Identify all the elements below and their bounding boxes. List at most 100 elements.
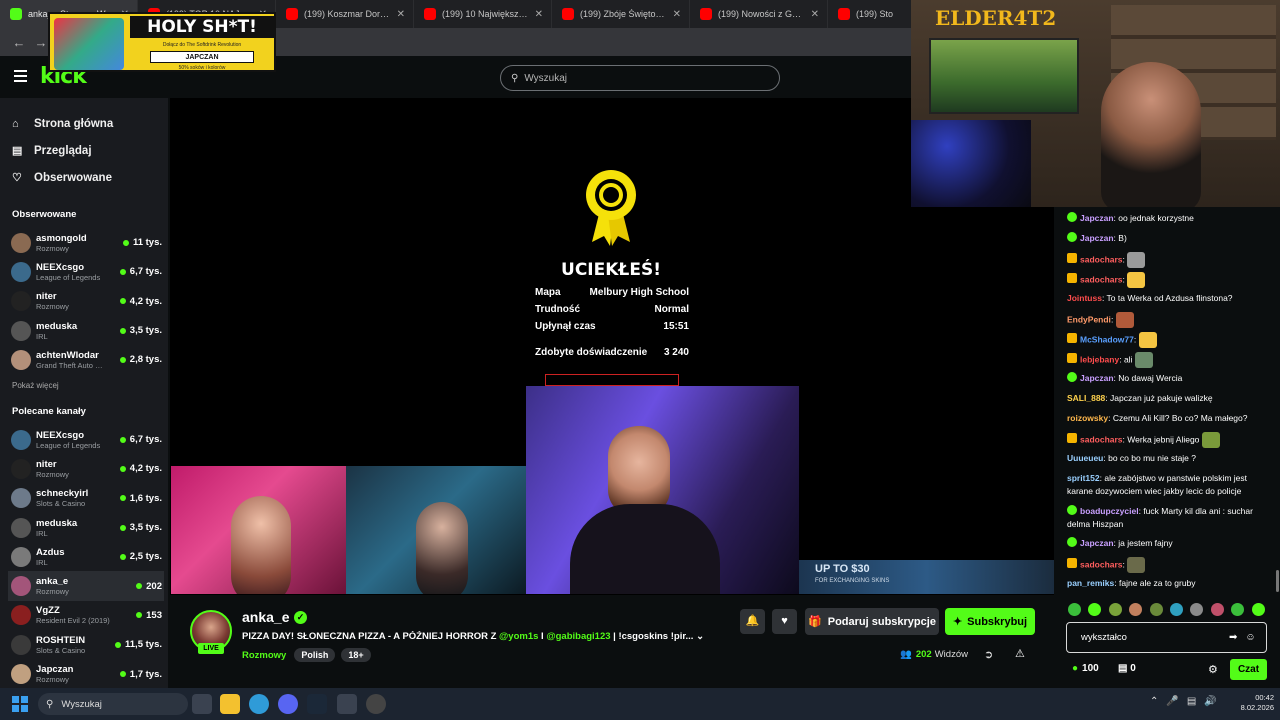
emote-icon[interactable]	[1068, 603, 1081, 616]
browser-tab[interactable]: (199) Zbóje Świętokrzysc…✕	[552, 0, 690, 28]
browser-tab[interactable]: (199) Nowości z Gothic R…✕	[690, 0, 828, 28]
channel-item[interactable]: anka_e Rozmowy 202	[8, 571, 164, 601]
back-icon[interactable]: ←	[8, 35, 30, 50]
tag-age[interactable]: 18+	[341, 648, 371, 662]
browser-tab[interactable]: (199) Koszmar Dorosłości…✕	[276, 0, 414, 28]
channel-item[interactable]: ROSHTEIN Slots & Casino 11,5 tys.	[8, 630, 164, 659]
emote-icon[interactable]	[1231, 603, 1245, 616]
close-icon[interactable]: ✕	[397, 9, 405, 20]
channel-points[interactable]: ● 100	[1072, 663, 1099, 674]
channel-category: Rozmowy	[36, 302, 69, 312]
close-icon[interactable]: ✕	[811, 9, 819, 20]
taskbar-clock[interactable]: 00:42 8.02.2026	[1228, 693, 1274, 713]
channel-item[interactable]: asmongold Rozmowy 11 tys.	[8, 228, 164, 257]
nav-home[interactable]: ⌂ Strona główna	[12, 110, 113, 137]
chevron-up-icon[interactable]: ⌃	[1150, 696, 1158, 707]
channel-item[interactable]: niter Rozmowy 4,2 tys.	[8, 454, 164, 483]
app-icon[interactable]	[366, 694, 386, 714]
send-chat-button[interactable]: Czat	[1230, 659, 1267, 680]
chevron-down-icon[interactable]: ⌄	[696, 631, 704, 642]
nav-following[interactable]: ♡ Obserwowane	[12, 164, 113, 191]
game-button-outline	[545, 374, 679, 386]
notification-bell-icon[interactable]: 🔔	[740, 609, 765, 634]
gift-subs-button[interactable]: 🎁 Podaruj subskrypcje	[805, 608, 939, 635]
translate-icon[interactable]: ➡	[1229, 632, 1237, 643]
chat-username[interactable]: SALI_888	[1067, 393, 1105, 403]
channel-name[interactable]: anka_e	[242, 609, 289, 625]
mic-icon[interactable]: 🎤	[1166, 696, 1178, 707]
chat-username[interactable]: sadochars	[1080, 434, 1123, 444]
volume-icon[interactable]: 🔊	[1204, 696, 1216, 707]
emote-icon[interactable]	[1149, 603, 1163, 616]
chat-message: pan_remiks: fajne ale za to gruby	[1067, 578, 1196, 588]
search-bar[interactable]: ⚲	[500, 65, 780, 91]
chat-username[interactable]: pan_remiks	[1067, 578, 1114, 588]
show-more-link[interactable]: Pokaż więcej	[12, 381, 59, 390]
browse-icon: ▤	[12, 145, 23, 157]
nav-browse[interactable]: ▤ Przeglądaj	[12, 137, 113, 164]
channel-item[interactable]: achtenWlodar Grand Theft Auto … 2,8 tys.	[8, 345, 164, 374]
steam-icon[interactable]	[307, 694, 327, 714]
category-link[interactable]: Rozmowy	[242, 650, 286, 661]
browser-tab[interactable]: (199) 10 Największych Dz…✕	[414, 0, 552, 28]
chat-input-box[interactable]: ➡ ☺	[1066, 622, 1267, 653]
chat-username[interactable]: lebjebany	[1080, 354, 1119, 364]
chat-scrollbar[interactable]	[1276, 570, 1279, 592]
sponsor-ad: HOLY SH*T! Dołącz do The Softdrink Revol…	[48, 12, 276, 72]
emote-icon[interactable]	[1108, 603, 1122, 616]
chat-username[interactable]: sprit152	[1067, 473, 1100, 483]
channel-item[interactable]: schneckyirl Slots & Casino 1,6 tys.	[8, 484, 164, 513]
tag-language[interactable]: Polish	[294, 648, 336, 662]
viewer-count: 11 tys.	[122, 237, 164, 248]
chat-username[interactable]: Uuueueu	[1067, 453, 1103, 463]
file-explorer-icon[interactable]	[220, 694, 240, 714]
close-icon[interactable]: ✕	[535, 9, 543, 20]
channel-item[interactable]: niter Rozmowy 4,2 tys.	[8, 287, 164, 316]
follow-heart-icon[interactable]: ♥	[772, 609, 797, 634]
chat-username[interactable]: Jointuss	[1067, 293, 1102, 303]
menu-icon[interactable]	[14, 70, 27, 82]
emote-icon[interactable]	[1251, 603, 1265, 616]
windows-start-icon[interactable]	[12, 696, 28, 712]
gear-icon[interactable]: ⚙	[1208, 663, 1218, 676]
channel-item[interactable]: meduska IRL 3,5 tys.	[8, 316, 164, 345]
chrome-icon[interactable]	[249, 694, 269, 714]
chat-username[interactable]: sadochars	[1080, 254, 1123, 264]
chat-username[interactable]: Japczan	[1080, 373, 1114, 383]
chat-username[interactable]: McShadow77	[1080, 334, 1134, 344]
close-icon[interactable]: ✕	[673, 9, 681, 20]
channel-item[interactable]: Japczan Rozmowy 1,7 tys.	[8, 659, 164, 688]
chat-username[interactable]: Japczan	[1080, 538, 1114, 548]
chat-username[interactable]: boadupczyciel	[1080, 506, 1139, 516]
chat-username[interactable]: roizowsky	[1067, 413, 1108, 423]
rewards-box[interactable]: ▤ 0	[1118, 663, 1136, 674]
emote-icon[interactable]	[1190, 603, 1204, 616]
chat-username[interactable]: Japczan	[1080, 233, 1114, 243]
search-input[interactable]	[524, 72, 755, 84]
mention-link[interactable]: @yom1s	[499, 631, 538, 642]
share-icon[interactable]: ➲	[984, 648, 993, 661]
channel-item[interactable]: meduska IRL 3,5 tys.	[8, 513, 164, 542]
subscribe-button[interactable]: ✦ Subskrybuj	[945, 608, 1035, 635]
mention-link[interactable]: @gabibagi123	[546, 631, 610, 642]
emote-icon[interactable]	[1169, 603, 1183, 616]
task-view-icon[interactable]	[192, 694, 212, 714]
emoji-icon[interactable]: ☺	[1245, 632, 1255, 643]
report-icon[interactable]: ⚠	[1015, 647, 1025, 660]
emote-icon[interactable]	[1129, 603, 1143, 616]
chat-username[interactable]: sadochars	[1080, 274, 1123, 284]
channel-item[interactable]: VgZZ Resident Evil 2 (2019) 153	[8, 601, 164, 630]
discord-icon[interactable]	[278, 694, 298, 714]
taskbar-search[interactable]: ⚲ Wyszukaj	[38, 693, 188, 715]
chat-username[interactable]: Japczan	[1080, 213, 1114, 223]
chat-username[interactable]: sadochars	[1080, 559, 1123, 569]
chat-input[interactable]	[1081, 632, 1221, 643]
channel-item[interactable]: Azdus IRL 2,5 tys.	[8, 542, 164, 571]
emote-icon[interactable]	[1088, 603, 1102, 616]
emote-icon[interactable]	[1210, 603, 1224, 616]
network-icon[interactable]: ▤	[1187, 696, 1196, 707]
chat-username[interactable]: EndyPendi	[1067, 314, 1111, 324]
xbox-icon[interactable]	[337, 694, 357, 714]
channel-item[interactable]: NEEXcsgo League of Legends 6,7 tys.	[8, 257, 164, 286]
channel-item[interactable]: NEEXcsgo League of Legends 6,7 tys.	[8, 425, 164, 454]
